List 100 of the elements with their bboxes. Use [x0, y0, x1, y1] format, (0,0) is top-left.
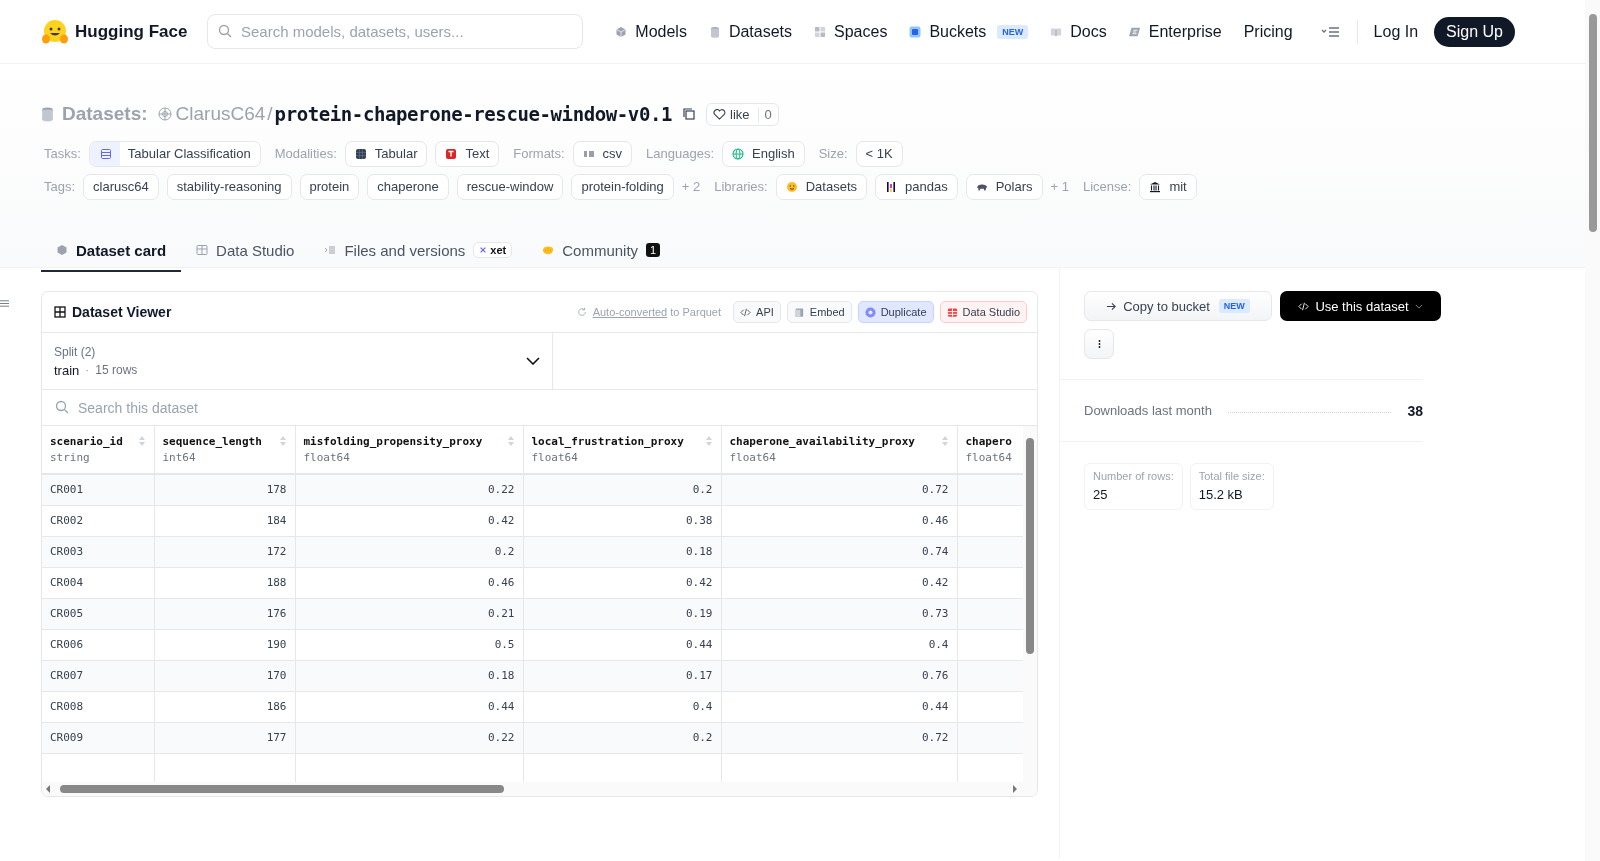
horizontal-scrollbar[interactable]	[42, 782, 1037, 796]
hand-icon	[542, 244, 555, 256]
column-name: scenario_id	[50, 435, 123, 448]
meta-label: Tasks:	[44, 146, 81, 161]
tag-chip[interactable]: Tabular	[344, 140, 428, 167]
table-cell: CR008	[50, 700, 84, 713]
copy-icon[interactable]	[682, 107, 696, 121]
column-type: float64	[303, 451, 351, 464]
tag-chip[interactable]: protein-folding	[571, 173, 674, 200]
grid-icon	[814, 25, 826, 38]
table-icon	[354, 147, 367, 160]
signup-button[interactable]: Sign Up	[1434, 16, 1515, 47]
tag-chip[interactable]: < 1K	[855, 140, 903, 167]
tag-chip[interactable]: clarusc64	[83, 173, 159, 200]
search-icon	[55, 400, 69, 414]
search-icon	[218, 24, 232, 38]
code-icon	[1298, 300, 1310, 312]
tag-chip[interactable]: chaperone	[367, 173, 449, 200]
table-cell: 0.18	[488, 669, 515, 682]
table-cell: CR005	[50, 607, 84, 620]
stat-label: Number of rows:	[1093, 470, 1174, 482]
tag-chip[interactable]: pandas	[875, 173, 958, 200]
table-cell: 178	[266, 483, 287, 497]
files-icon	[324, 244, 337, 256]
org-icon	[157, 107, 172, 121]
tag-chip[interactable]: English	[722, 140, 805, 167]
database-icon	[708, 25, 721, 38]
meta-label: Modalities:	[274, 146, 337, 161]
tag-chip[interactable]: Text	[435, 140, 500, 167]
tag-chip[interactable]: Polars	[965, 173, 1043, 200]
tab[interactable]: Data Studio	[181, 230, 310, 272]
column-type: int64	[162, 451, 197, 464]
split-dropdown[interactable]: Split (2) train · 15 rows	[42, 333, 553, 389]
cube-icon	[615, 25, 628, 38]
bank-icon	[1149, 180, 1162, 193]
tab[interactable]: Community 1	[527, 230, 676, 272]
tag-chip[interactable]: protein	[299, 173, 360, 200]
viewer-button[interactable]: Data Studio	[939, 301, 1027, 323]
conversion-note: Auto-converted to Parquet	[592, 306, 722, 318]
globe-icon	[732, 147, 745, 160]
tab[interactable]: Dataset card	[41, 230, 182, 272]
table-icon	[54, 306, 66, 318]
menu-icon[interactable]	[1320, 25, 1341, 38]
table-cell: 0.17	[686, 669, 713, 682]
viewer-title: Dataset Viewer	[72, 304, 172, 320]
table-cell: 176	[266, 607, 287, 620]
vertical-scrollbar[interactable]	[1023, 426, 1037, 782]
caret-icon	[1414, 303, 1423, 309]
column-name: misfolding_propensity_proxy	[303, 435, 483, 448]
sort-icon[interactable]	[704, 435, 713, 447]
table-cell: 0.2	[494, 545, 515, 558]
sort-icon[interactable]	[137, 435, 146, 447]
dataset-name[interactable]: protein-chaperone-rescue-window-v0.1	[274, 103, 672, 125]
login-link[interactable]: Log In	[1373, 22, 1419, 41]
tag-chip[interactable]: csv	[572, 140, 633, 167]
nav-link[interactable]: Docs	[1050, 22, 1107, 41]
viewer-button[interactable]: API	[733, 301, 781, 323]
nav-link[interactable]: Spaces	[814, 22, 888, 41]
tag-chip[interactable]: stability-reasoning	[166, 173, 292, 200]
tag-chip[interactable]: Tabular Classification	[88, 140, 261, 167]
embed-icon	[793, 306, 805, 318]
nav-link[interactable]: Pricing	[1243, 22, 1293, 41]
meta-label: Size:	[818, 146, 848, 161]
sort-icon[interactable]	[940, 435, 949, 447]
table-cell: 0.72	[922, 483, 949, 497]
stat-label: Total file size:	[1198, 470, 1265, 482]
tag-chip[interactable]: Datasets	[775, 173, 867, 200]
table-cell: CR001	[50, 483, 84, 497]
sidebar-toggle-icon[interactable]	[0, 299, 9, 308]
viewer-button[interactable]: Duplicate	[857, 301, 934, 323]
like-button[interactable]: like 0	[706, 102, 779, 126]
copy-to-bucket-button[interactable]: Copy to bucket NEW	[1084, 291, 1272, 321]
search-field[interactable]: Search models, datasets, users...	[207, 14, 583, 49]
brand-name[interactable]: Hugging Face	[75, 21, 188, 42]
nav-link[interactable]: Models	[615, 22, 687, 41]
column-type: float64	[531, 451, 579, 464]
row-count: 15 rows	[95, 363, 138, 377]
hugging-face-logo-icon[interactable]	[41, 18, 69, 45]
table-cell: 0.46	[488, 576, 515, 589]
table-cell: 0.2	[692, 483, 713, 497]
like-count: 0	[757, 106, 778, 122]
column-name: sequence_length	[162, 435, 262, 448]
use-dataset-button[interactable]: Use this dataset	[1280, 291, 1441, 321]
nav-link[interactable]: Enterprise	[1128, 22, 1222, 41]
nav-link[interactable]: Datasets	[708, 22, 792, 41]
tab[interactable]: Files and versions xet	[309, 230, 528, 272]
tag-chip[interactable]: mit	[1139, 173, 1197, 200]
table-cell: 0.42	[922, 576, 949, 589]
tag-chip[interactable]: rescue-window	[456, 173, 564, 200]
sort-icon[interactable]	[278, 435, 287, 447]
page-scrollbar[interactable]	[1585, 0, 1600, 861]
table-cell: CR007	[50, 669, 84, 682]
viewer-button[interactable]: Embed	[786, 301, 852, 323]
table-cell: 0.38	[686, 514, 713, 527]
nav-link[interactable]: Buckets NEW	[909, 22, 1029, 41]
refresh-icon	[576, 307, 587, 317]
table-cell: 188	[266, 576, 287, 589]
table-cell: 0.4	[692, 700, 713, 713]
sort-icon[interactable]	[506, 435, 515, 447]
heart-icon	[713, 108, 726, 120]
